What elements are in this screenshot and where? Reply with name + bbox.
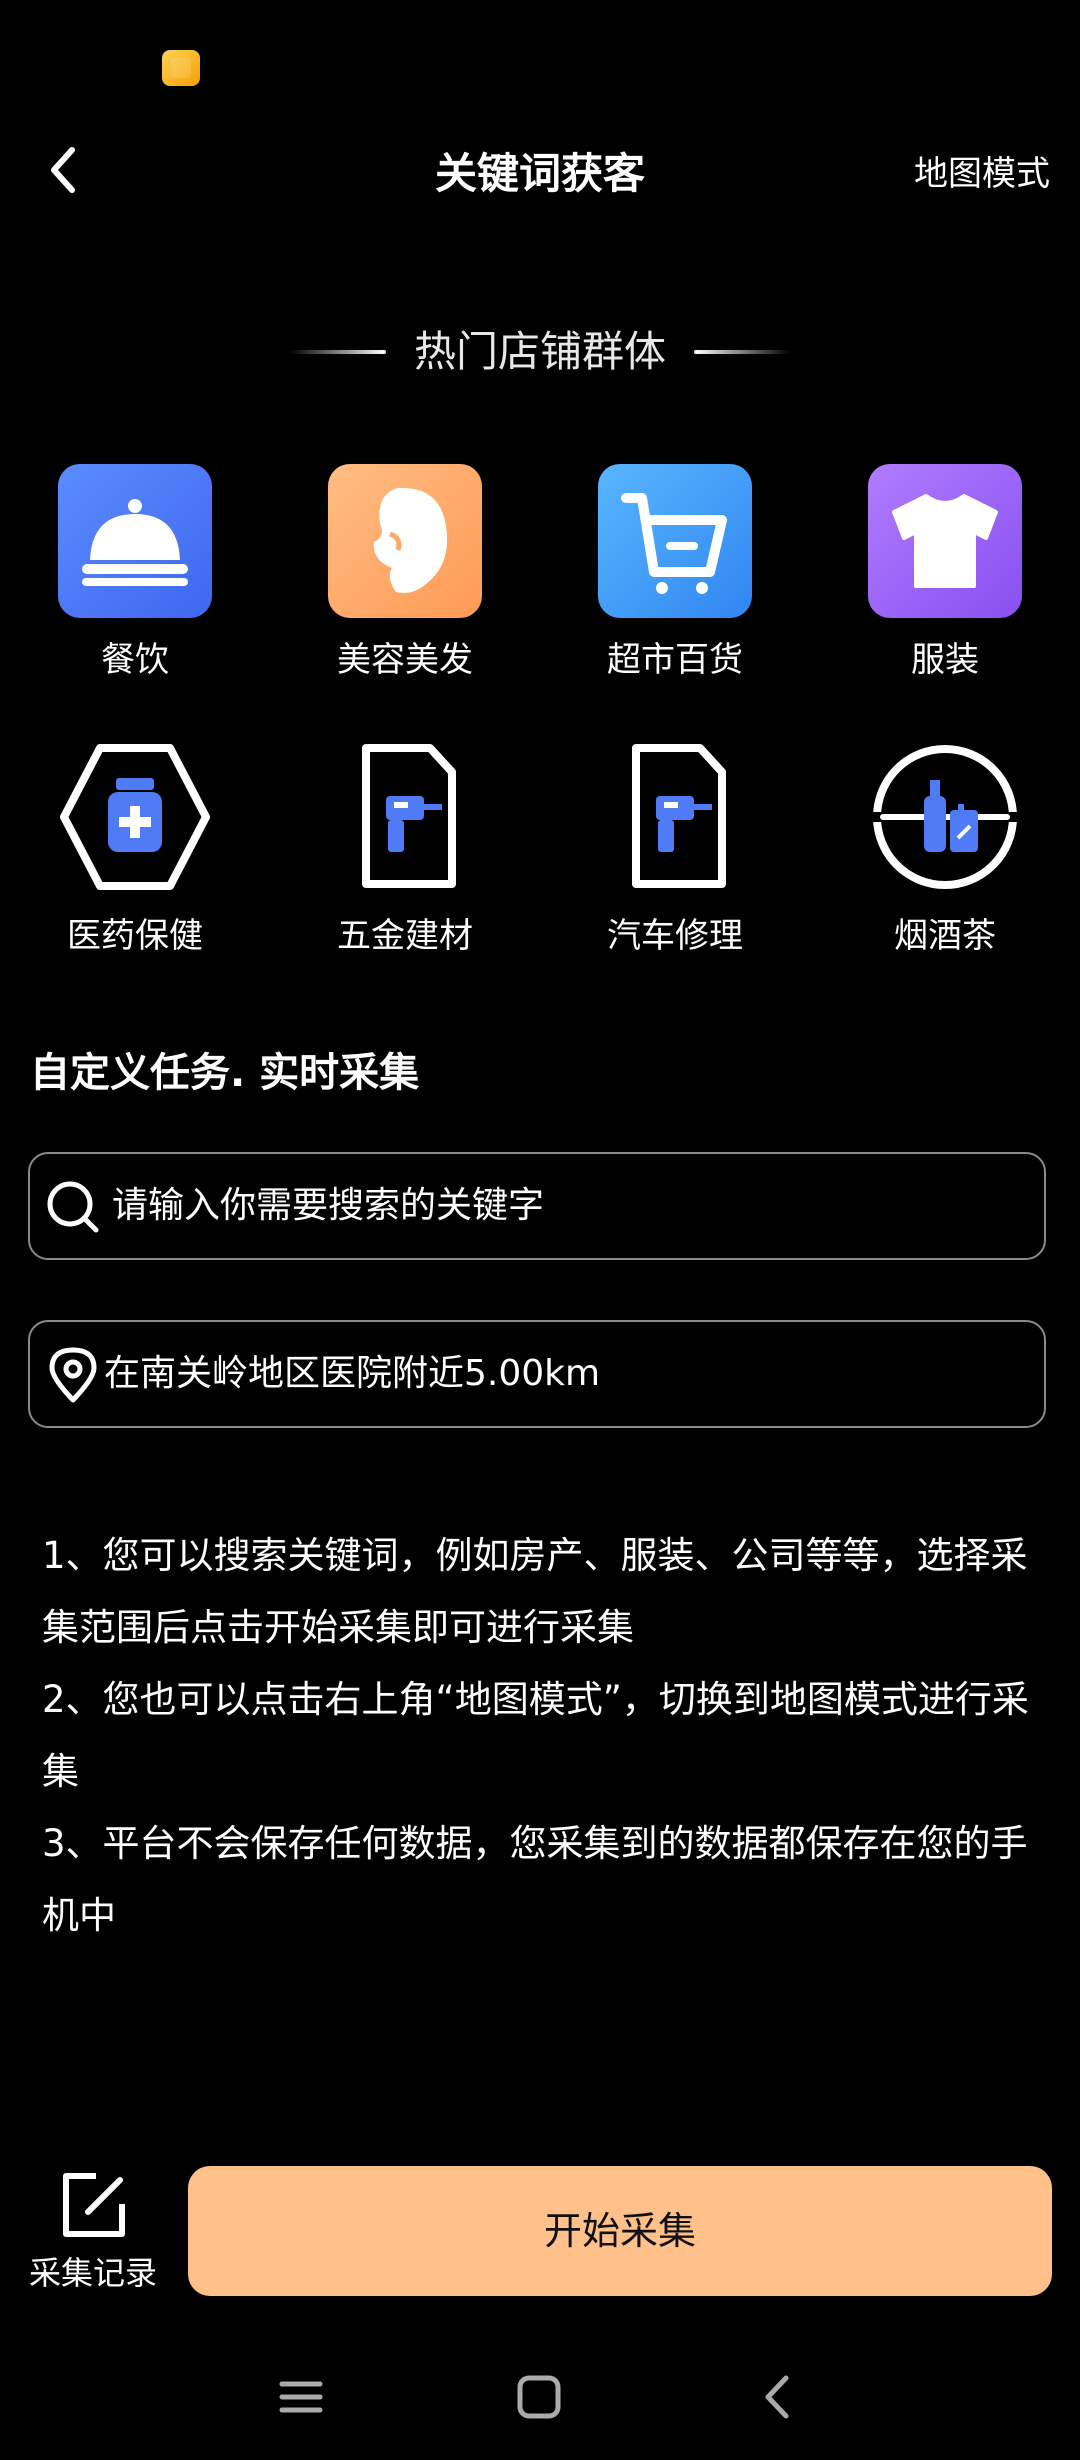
dining-cloche-icon [58, 464, 212, 618]
tshirt-icon [868, 464, 1022, 618]
category-label: 烟酒茶 [894, 916, 996, 956]
category-supermarket[interactable]: 超市百货 [540, 464, 810, 681]
search-placeholder: 请输入你需要搜索的关键字 [112, 1185, 545, 1226]
instructions: 1、您可以搜索关键词，例如房产、服装、公司等等，选择采集范围后点击开始采集即可进… [42, 1520, 1052, 1952]
location-range-field[interactable]: 在南关岭地区医院附近5.00km [28, 1320, 1046, 1428]
map-mode-button[interactable]: 地图模式 [914, 146, 1050, 195]
drill-document-icon [328, 740, 482, 894]
category-beauty[interactable]: 美容美发 [270, 464, 540, 681]
category-label: 餐饮 [101, 640, 169, 680]
location-text: 在南关岭地区医院附近5.00km [104, 1353, 601, 1394]
hot-stores-title: 热门店铺群体 [413, 327, 666, 376]
medicine-bottle-icon [58, 740, 212, 894]
nav-back-icon[interactable] [754, 2372, 804, 2422]
beauty-head-icon [328, 464, 482, 618]
category-pharmacy[interactable]: 医药保健 [0, 740, 270, 957]
category-label: 汽车修理 [607, 916, 743, 956]
start-collection-button[interactable]: 开始采集 [188, 2166, 1052, 2296]
edit-icon [63, 2173, 125, 2237]
category-hardware[interactable]: 五金建材 [270, 740, 540, 957]
notification-app-icon [162, 50, 200, 86]
shopping-cart-icon [598, 464, 752, 618]
search-icon [47, 1181, 99, 1233]
bottles-circle-icon [868, 740, 1022, 894]
category-label: 五金建材 [337, 916, 473, 956]
custom-task-title: 自定义任务. 实时采集 [30, 1050, 420, 1096]
category-clothing[interactable]: 服装 [810, 464, 1080, 681]
category-label: 美容美发 [337, 640, 473, 680]
collection-record-button[interactable]: 采集记录 [18, 2168, 168, 2294]
category-auto-repair[interactable]: 汽车修理 [540, 740, 810, 957]
category-label: 超市百货 [607, 640, 743, 680]
tip-3: 3、平台不会保存任何数据，您采集到的数据都保存在您的手机中 [42, 1822, 1028, 1937]
search-input[interactable]: 请输入你需要搜索的关键字 [28, 1152, 1046, 1260]
location-pin-icon [49, 1347, 97, 1403]
category-dining[interactable]: 餐饮 [0, 464, 270, 681]
category-label: 服装 [911, 640, 979, 680]
home-icon[interactable] [514, 2372, 564, 2422]
tip-1: 1、您可以搜索关键词，例如房产、服装、公司等等，选择采集范围后点击开始采集即可进… [42, 1534, 1028, 1649]
category-label: 医药保健 [67, 916, 203, 956]
record-label: 采集记录 [28, 2254, 157, 2292]
drill-document-icon [598, 740, 752, 894]
tip-2: 2、您也可以点击右上角“地图模式”，切换到地图模式进行采集 [42, 1678, 1029, 1793]
menu-icon[interactable] [276, 2372, 326, 2422]
category-tobacco-wine-tea[interactable]: 烟酒茶 [810, 740, 1080, 957]
